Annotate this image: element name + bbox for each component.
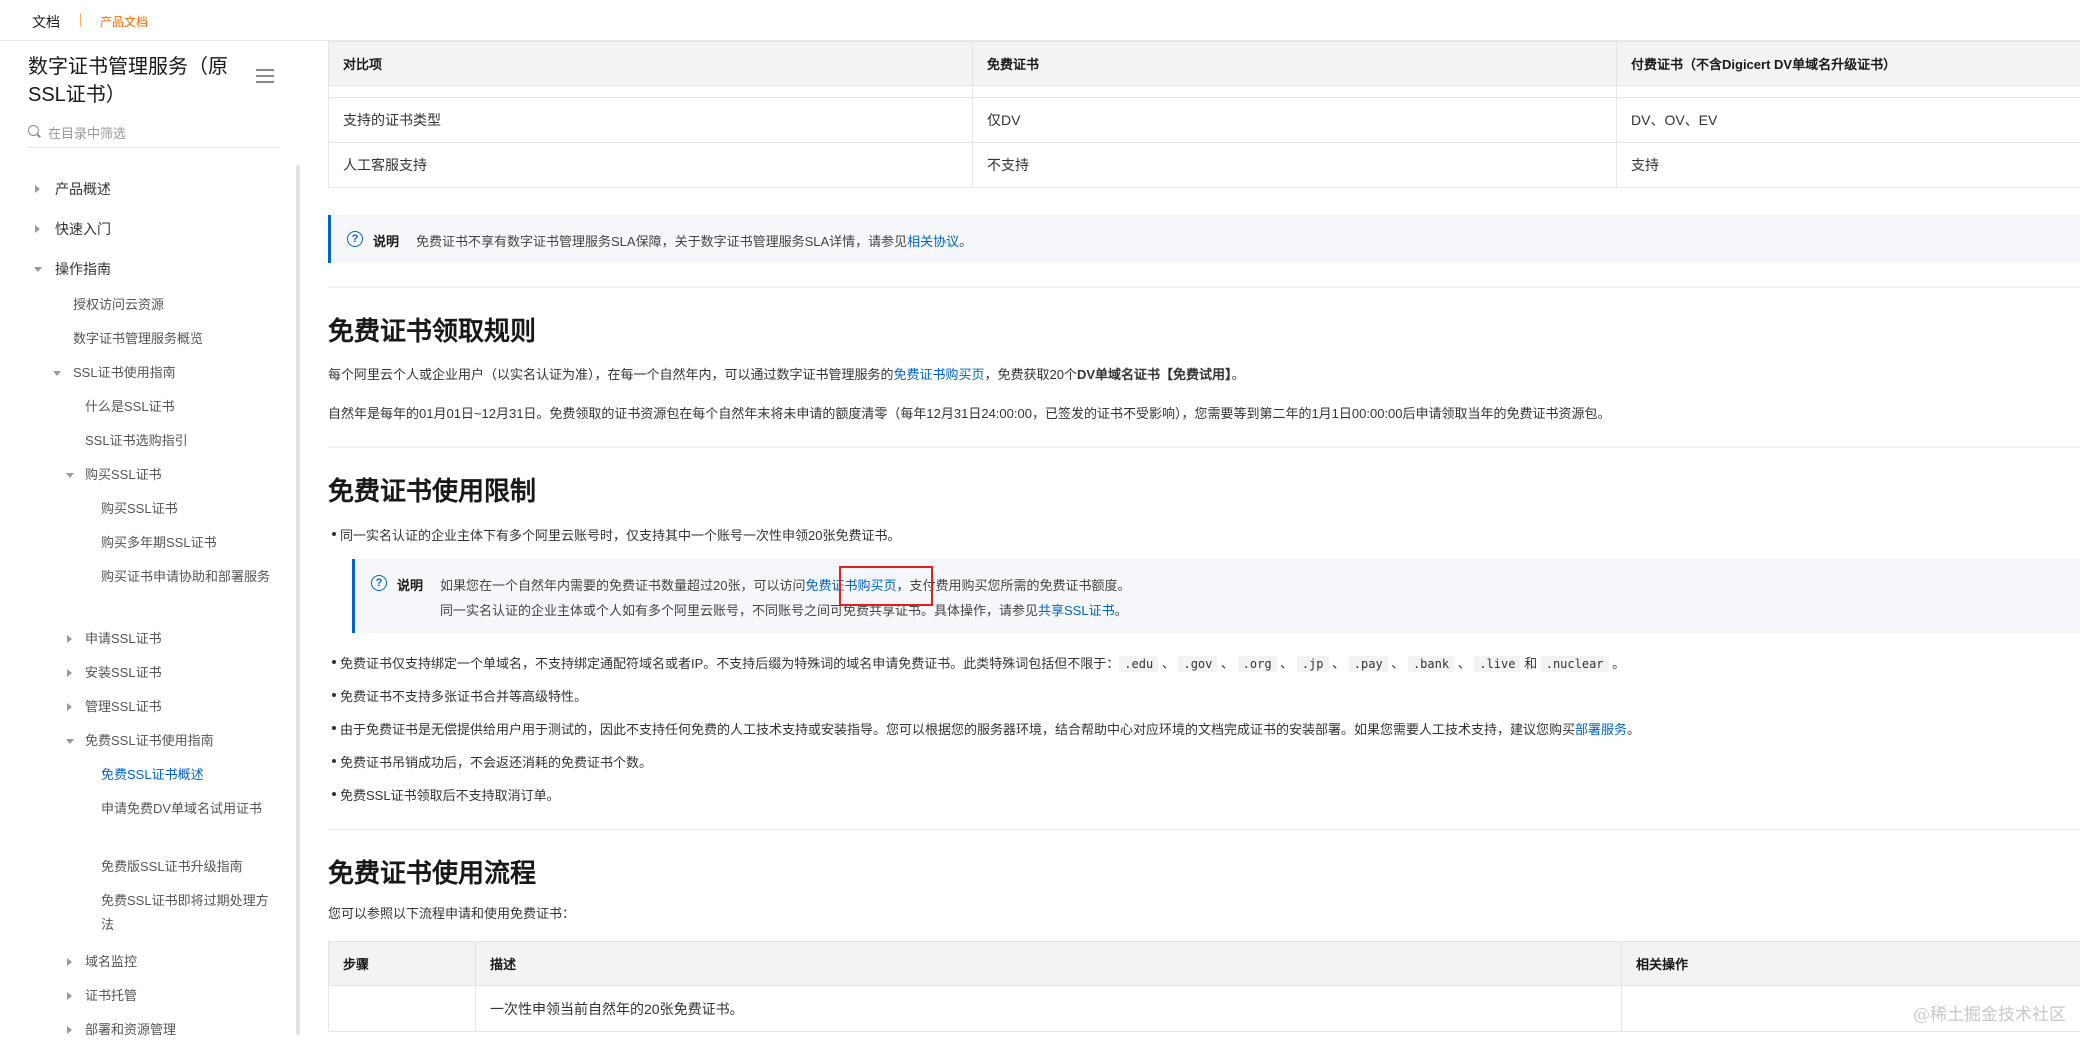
table-cell: 人工客服支持 — [329, 143, 973, 188]
note-purchase-quota: ? 说明 如果您在一个自然年内需要的免费证书数量超过20张，可以访问免费证书购买… — [352, 559, 2080, 633]
table-row: 人工客服支持 不支持 支持 — [329, 143, 2080, 188]
sidebar-item-apply-ssl[interactable]: 申请SSL证书 — [0, 627, 290, 651]
table-cell: 不支持 — [973, 143, 1617, 188]
note-label: 说明 — [373, 231, 399, 250]
chevron-right-icon — [67, 669, 72, 677]
list-item: 免费证书不支持多张证书合并等高级特性。 — [340, 686, 587, 705]
help-circle-icon: ? — [347, 231, 363, 247]
rules-paragraph-1: 每个阿里云个人或企业用户（以实名认证为准），在每一个自然年内，可以通过数字证书管… — [328, 364, 1245, 383]
related-agreement-link[interactable]: 相关协议 — [907, 234, 959, 249]
list-item: 免费SSL证书领取后不支持取消订单。 — [340, 785, 560, 804]
sidebar-item-free-upgrade[interactable]: 免费版SSL证书升级指南 — [0, 855, 290, 879]
main-content: 对比项 免费证书 付费证书（不含Digicert DV单域名升级证书） 支持的证… — [328, 41, 2080, 1035]
section-title-rules: 免费证书领取规则 — [328, 311, 536, 348]
section-title-flow: 免费证书使用流程 — [328, 853, 536, 890]
table-header-cell: 免费证书 — [973, 42, 1617, 86]
chevron-down-icon — [66, 739, 74, 744]
note-line-1: 如果您在一个自然年内需要的免费证书数量超过20张，可以访问免费证书购买页，支付费… — [440, 575, 1131, 594]
section-title-limits: 免费证书使用限制 — [328, 471, 536, 508]
watermark: @稀土掘金技术社区 — [1913, 1000, 2066, 1025]
sidebar-item-ssl-guide[interactable]: SSL证书使用指南 — [0, 361, 290, 385]
sidebar-item-buy-assist[interactable]: 购买证书申请协助和部署服务 — [0, 565, 290, 613]
chevron-right-icon — [67, 703, 72, 711]
sidebar-item-ssl-selection[interactable]: SSL证书选购指引 — [0, 429, 290, 453]
chevron-right-icon — [67, 958, 72, 966]
sidebar-item-buy-ssl[interactable]: 购买SSL证书 — [0, 497, 290, 521]
sidebar-title: 数字证书管理服务（原SSL证书） — [28, 53, 253, 109]
chevron-right-icon — [35, 185, 40, 193]
note-label: 说明 — [397, 575, 423, 594]
table-cell: 一次性申领当前自然年的20张免费证书。 — [476, 986, 1622, 1032]
table-header-row: 步骤 描述 相关操作 — [329, 942, 2080, 986]
sidebar-scrollbar[interactable] — [296, 165, 300, 1035]
deploy-service-link[interactable]: 部署服务 — [1575, 722, 1627, 737]
flow-table: 步骤 描述 相关操作 一次性申领当前自然年的20张免费证书。 — [328, 941, 2080, 1032]
sidebar-item-service-overview[interactable]: 数字证书管理服务概览 — [0, 327, 290, 351]
top-bar: 文档 产品文档 — [0, 0, 2080, 41]
docs-link[interactable]: 文档 — [32, 12, 60, 32]
table-header-cell: 相关操作 — [1622, 942, 2080, 986]
note-sla: ? 说明 免费证书不享有数字证书管理服务SLA保障，关于数字证书管理服务SLA详… — [328, 215, 2080, 263]
table-cell: DV、OV、EV — [1617, 98, 2080, 143]
free-cert-buy-link[interactable]: 免费证书购买页 — [894, 367, 985, 382]
chevron-right-icon — [35, 225, 40, 233]
flow-intro: 您可以参照以下流程申请和使用免费证书： — [328, 903, 575, 922]
table-cell: 仅DV — [973, 98, 1617, 143]
table-cell: 支持的证书类型 — [329, 98, 973, 143]
chevron-right-icon — [67, 635, 72, 643]
table-row — [329, 86, 2080, 98]
table-row: 支持的证书类型 仅DV DV、OV、EV — [329, 98, 2080, 143]
sidebar: 数字证书管理服务（原SSL证书） 在目录中筛选 产品概述 快速入门 操作指南 授… — [0, 41, 302, 1035]
chevron-down-icon — [34, 267, 42, 272]
chevron-down-icon — [66, 473, 74, 478]
sidebar-item-manage-ssl[interactable]: 管理SSL证书 — [0, 695, 290, 719]
product-docs-link[interactable]: 产品文档 — [100, 13, 148, 30]
note-text: 免费证书不享有数字证书管理服务SLA保障，关于数字证书管理服务SLA详情，请参见… — [416, 231, 972, 250]
sidebar-item-cert-hosting[interactable]: 证书托管 — [0, 984, 290, 1008]
divider — [328, 287, 2080, 288]
table-cell: 支持 — [1617, 143, 2080, 188]
topbar-divider — [80, 13, 81, 27]
sidebar-item-buy-multi-year[interactable]: 购买多年期SSL证书 — [0, 531, 290, 555]
sidebar-item-free-ssl-guide[interactable]: 免费SSL证书使用指南 — [0, 729, 290, 753]
table-header-cell: 步骤 — [329, 942, 476, 986]
sidebar-item-what-is-ssl[interactable]: 什么是SSL证书 — [0, 395, 290, 419]
list-item: 免费证书吊销成功后，不会返还消耗的免费证书个数。 — [340, 752, 652, 771]
sidebar-item-product-overview[interactable]: 产品概述 — [0, 177, 290, 201]
sidebar-item-buy-ssl-group[interactable]: 购买SSL证书 — [0, 463, 290, 487]
sidebar-item-free-expiring[interactable]: 免费SSL证书即将过期处理方法 — [0, 889, 290, 937]
table-header-cell: 对比项 — [329, 42, 973, 86]
highlight-box — [839, 566, 933, 606]
list-item: 免费证书仅支持绑定一个单域名，不支持绑定通配符域名或者IP。不支持后缀为特殊词的… — [340, 653, 1625, 672]
sidebar-item-free-ssl-overview[interactable]: 免费SSL证书概述 — [0, 763, 290, 787]
sidebar-item-apply-free-dv[interactable]: 申请免费DV单域名试用证书 — [0, 797, 290, 845]
chevron-right-icon — [67, 1026, 72, 1034]
sidebar-item-operation-guide[interactable]: 操作指南 — [0, 257, 290, 281]
divider — [328, 829, 2080, 830]
note-line-2: 同一实名认证的企业主体或个人如有多个阿里云账号，不同账号之间可免费共享证书。具体… — [440, 600, 1128, 619]
sidebar-item-domain-monitor[interactable]: 域名监控 — [0, 950, 290, 974]
chevron-down-icon — [53, 371, 61, 376]
table-header-cell: 付费证书（不含Digicert DV单域名升级证书） — [1617, 42, 2080, 86]
table-header-cell: 描述 — [476, 942, 1622, 986]
list-item: 由于免费证书是无偿提供给用户用于测试的，因此不支持任何免费的人工技术支持或安装指… — [340, 719, 1640, 738]
table-header-row: 对比项 免费证书 付费证书（不含Digicert DV单域名升级证书） — [329, 42, 2080, 86]
rules-paragraph-2: 自然年是每年的01月01日~12月31日。免费领取的证书资源包在每个自然年末将未… — [328, 403, 1611, 422]
sidebar-filter-input[interactable]: 在目录中筛选 — [28, 119, 280, 148]
sidebar-item-install-ssl[interactable]: 安装SSL证书 — [0, 661, 290, 685]
menu-toggle-icon[interactable] — [256, 69, 274, 83]
help-circle-icon: ? — [371, 575, 387, 591]
sidebar-item-authorize-cloud[interactable]: 授权访问云资源 — [0, 293, 290, 317]
sidebar-item-deploy-resource[interactable]: 部署和资源管理 — [0, 1018, 290, 1042]
share-ssl-link[interactable]: 共享SSL证书 — [1038, 603, 1115, 618]
sidebar-item-quick-start[interactable]: 快速入门 — [0, 217, 290, 241]
compare-table: 对比项 免费证书 付费证书（不含Digicert DV单域名升级证书） 支持的证… — [328, 41, 2080, 188]
search-icon — [28, 125, 39, 136]
divider — [328, 447, 2080, 448]
filter-placeholder: 在目录中筛选 — [48, 123, 126, 142]
table-row: 一次性申领当前自然年的20张免费证书。 — [329, 986, 2080, 1032]
chevron-right-icon — [67, 992, 72, 1000]
list-item: 同一实名认证的企业主体下有多个阿里云账号时，仅支持其中一个账号一次性申领20张免… — [340, 525, 900, 544]
